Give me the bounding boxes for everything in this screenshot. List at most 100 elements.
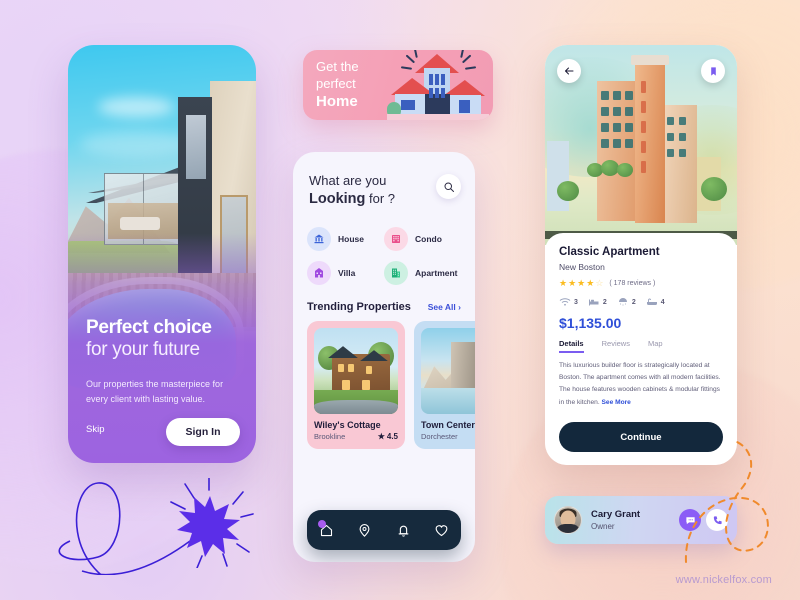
property-price: $1,135.00: [559, 315, 622, 331]
bell-icon: [398, 525, 409, 537]
category-item-apartment[interactable]: Apartment: [384, 261, 461, 286]
property-title: Classic Apartment: [559, 246, 660, 258]
see-more-link[interactable]: See More: [602, 399, 631, 406]
amenity-bed: 2: [588, 297, 607, 307]
promo-line-2: perfect: [316, 75, 356, 91]
tab-reviews[interactable]: Reviews: [602, 339, 630, 353]
amenity-count: 3: [574, 298, 578, 306]
watermark: www.nickelfox.com: [675, 574, 772, 586]
tower-center: [635, 63, 665, 223]
star-filled-icon: ★: [559, 278, 568, 288]
amenities-row: 3 2 2 4: [559, 297, 723, 307]
search-heading-line1: What are you: [309, 173, 387, 188]
search-heading-tail: for ?: [369, 190, 396, 206]
category-label: Condo: [415, 234, 442, 245]
property-thumbnail-cottage: [314, 328, 398, 415]
category-item-house[interactable]: House: [307, 227, 384, 252]
see-all-label: See All: [427, 302, 456, 313]
arrow-left-icon: [565, 67, 574, 75]
phone-screen-property-details: Classic Apartment New Boston ★ ★ ★ ★ ☆ (…: [545, 45, 737, 465]
upper-window: [186, 115, 206, 179]
avatar: [554, 506, 582, 534]
category-item-villa[interactable]: Villa: [307, 261, 384, 286]
back-button[interactable]: [557, 59, 581, 83]
shower-icon: [618, 298, 627, 306]
trending-title: Trending Properties: [307, 301, 411, 314]
search-heading-bold: Looking: [309, 190, 366, 207]
nav-item-notifications[interactable]: [394, 521, 412, 539]
see-all-link[interactable]: See All ›: [428, 302, 461, 312]
property-meta: Brookline ★ 4.5: [314, 432, 398, 441]
star-filled-icon: ★: [586, 278, 595, 288]
search-button[interactable]: [436, 174, 461, 199]
pin-icon: [359, 523, 370, 537]
promo-line-3: Home: [316, 93, 358, 111]
house-illustration-icon: [387, 50, 489, 120]
bookmark-button[interactable]: [701, 59, 725, 83]
property-location: Brookline: [314, 432, 346, 442]
phone-screen-search: What are you Looking for ? House Condo V…: [293, 152, 475, 562]
sofa-shape: [120, 217, 160, 230]
bookmark-icon: [710, 66, 716, 76]
rating-row: ★ ★ ★ ★ ☆ ( 178 reviews ): [559, 278, 723, 289]
tower-left: [597, 81, 639, 221]
category-label: House: [338, 234, 364, 245]
decorative-dashed-loop: [684, 440, 769, 563]
search-header: What are you Looking for ?: [293, 152, 475, 209]
amenity-shower: 2: [617, 297, 636, 307]
category-label: Apartment: [415, 268, 458, 279]
onboarding-subtitle: Our properties the masterpiece for every…: [86, 379, 224, 405]
promo-banner[interactable]: Get the perfect Home: [303, 50, 493, 120]
property-name: Wiley's Cottage: [314, 420, 381, 431]
property-card[interactable]: Town Center Dorchester ★ 4.5: [414, 321, 475, 450]
description-text: This luxurious builder floor is strategi…: [559, 362, 721, 406]
nav-item-location[interactable]: [356, 521, 374, 539]
amenity-wifi: 3: [559, 297, 578, 307]
nav-item-home[interactable]: [317, 520, 335, 539]
bush: [701, 177, 727, 201]
bush: [617, 163, 633, 177]
onboarding-title: Perfect choice for your future: [86, 317, 254, 360]
heart-icon: [435, 524, 448, 536]
tab-map[interactable]: Map: [648, 339, 663, 353]
app-showcase-canvas: Perfect choice for your future Our prope…: [0, 0, 800, 600]
property-location: New Boston: [559, 262, 605, 272]
property-rating: ★ 4.5: [378, 432, 398, 441]
nav-item-favorites[interactable]: [433, 521, 451, 539]
condo-icon: [384, 227, 408, 252]
phone-screen-onboarding: Perfect choice for your future Our prope…: [68, 45, 256, 463]
cloud-shape: [80, 131, 190, 157]
star-filled-icon: ★: [568, 278, 577, 288]
decorative-starburst: [170, 478, 254, 568]
amenity-count: 2: [602, 298, 607, 306]
property-detail-card: Classic Apartment New Boston ★ ★ ★ ★ ☆ (…: [545, 233, 737, 465]
trending-cards-list[interactable]: Wiley's Cottage Brookline ★ 4.5 Town Cen…: [307, 321, 475, 450]
avatar-suit: [555, 524, 581, 533]
rating-value: 4.5: [386, 432, 398, 442]
tab-details[interactable]: Details: [559, 339, 584, 353]
search-icon: [444, 182, 454, 192]
bottom-navigation-bar[interactable]: [307, 510, 461, 550]
cloud-shape: [98, 97, 174, 117]
property-meta: Dorchester ★ 4.5: [421, 432, 475, 441]
star-empty-icon: ☆: [595, 278, 604, 288]
skip-button[interactable]: Skip: [86, 424, 104, 435]
trending-header: Trending Properties See All ›: [307, 301, 461, 313]
apartment-icon: [384, 261, 408, 286]
villa-icon: [307, 261, 331, 286]
wifi-icon: [559, 298, 571, 306]
category-grid: House Condo Villa Apartment: [307, 227, 461, 286]
property-card[interactable]: Wiley's Cottage Brookline ★ 4.5: [307, 321, 405, 450]
onboarding-overlay: Perfect choice for your future Our prope…: [68, 233, 256, 463]
detail-tabs[interactable]: Details Reviews Map: [559, 339, 723, 353]
bed-icon: [588, 299, 599, 306]
amenity-count: 2: [631, 298, 636, 306]
category-item-condo[interactable]: Condo: [384, 227, 461, 252]
onboarding-title-line2: for your future: [86, 338, 200, 360]
sign-in-button[interactable]: Sign In: [166, 418, 240, 446]
star-icon: ★: [377, 432, 385, 442]
property-description: This luxurious builder floor is strategi…: [559, 360, 723, 409]
promo-banner-text: Get the perfect Home: [316, 59, 359, 111]
reviews-count: ( 178 reviews ): [609, 280, 656, 287]
property-thumbnail-tower: [421, 328, 475, 415]
